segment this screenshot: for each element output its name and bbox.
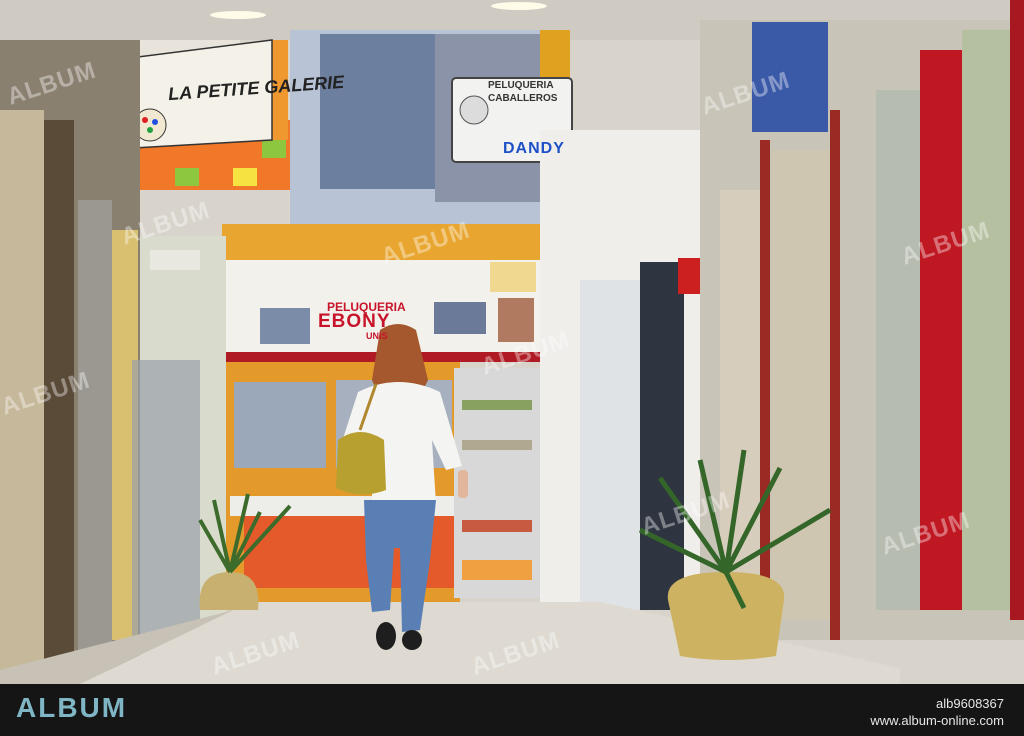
left-shutter bbox=[78, 200, 112, 660]
ebony-photo bbox=[260, 308, 310, 344]
shelf-products bbox=[462, 440, 532, 450]
dandy-sign-line1: PELUQUERIA bbox=[488, 80, 554, 91]
shop-window-left bbox=[234, 382, 326, 468]
shelf-products bbox=[462, 520, 532, 532]
hairstyle-poster-left bbox=[320, 34, 435, 189]
hand bbox=[458, 470, 468, 498]
ebony-sign-line3: UNIS bbox=[366, 331, 388, 341]
shoe bbox=[376, 622, 396, 650]
galerie-tile bbox=[233, 168, 257, 186]
red-frame bbox=[1010, 0, 1024, 620]
shelf-products bbox=[462, 400, 532, 410]
barber-portrait-icon bbox=[459, 95, 489, 125]
galerie-tile bbox=[175, 168, 199, 186]
galerie-tile bbox=[262, 140, 286, 158]
palette-dot bbox=[152, 119, 158, 125]
ebony-photo bbox=[434, 302, 486, 334]
small-notice bbox=[490, 262, 536, 292]
dandy-sign-line2: CABALLEROS bbox=[488, 93, 558, 104]
yellow-bag bbox=[336, 432, 386, 495]
album-logo[interactable]: ALBUM bbox=[16, 692, 127, 724]
ebony-sign-brand: EBONY bbox=[318, 311, 391, 332]
shopping-arcade-photo: LA PETITE GALERIE PELUQUERIA CABALLEROS … bbox=[0, 0, 1024, 684]
palette-dot bbox=[142, 117, 148, 123]
plant-pot-right bbox=[667, 572, 785, 660]
site-url[interactable]: www.album-online.com bbox=[870, 713, 1004, 728]
dark-pillar bbox=[640, 262, 684, 610]
ceiling-light bbox=[210, 11, 266, 19]
right-window bbox=[772, 150, 832, 620]
dandy-sign-brand: DANDY bbox=[503, 140, 565, 157]
glass-door bbox=[580, 280, 640, 610]
image-id: alb9608367 bbox=[936, 696, 1004, 711]
ebony-photo bbox=[498, 298, 534, 342]
footer-bar bbox=[0, 684, 1024, 736]
photo-frame: LA PETITE GALERIE PELUQUERIA CABALLEROS … bbox=[0, 0, 1024, 736]
magazine-rack bbox=[132, 360, 200, 640]
shelf-products bbox=[462, 560, 532, 580]
ceiling-light bbox=[491, 2, 547, 10]
shoe bbox=[402, 630, 422, 650]
hanging-lamp bbox=[150, 250, 200, 270]
palette-dot bbox=[147, 127, 153, 133]
red-frame bbox=[830, 110, 840, 640]
